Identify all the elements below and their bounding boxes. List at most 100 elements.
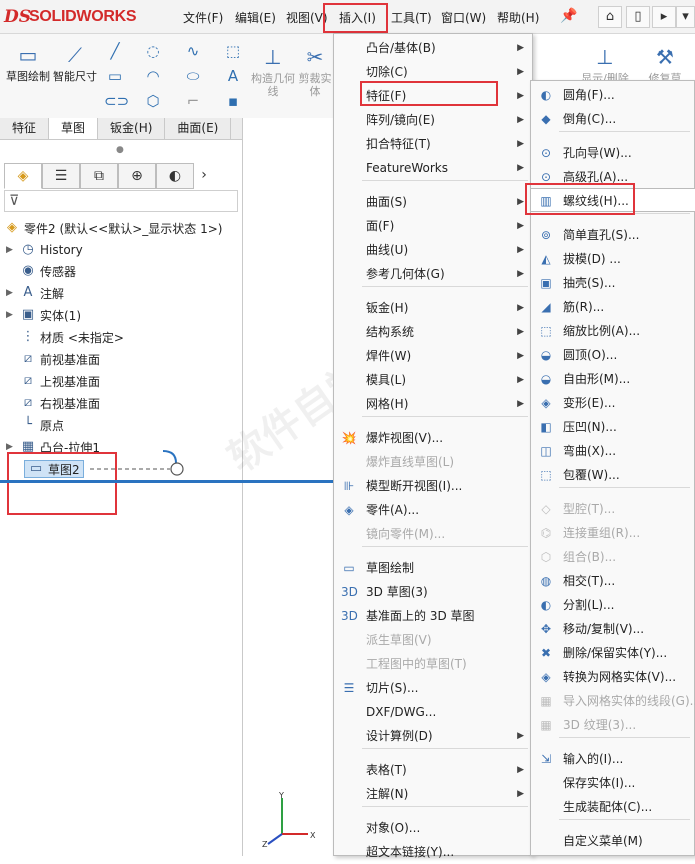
home-icon[interactable]: ⌂	[598, 6, 622, 28]
tree-item-solid-bodies[interactable]: ▶ ▣ 实体(1)	[6, 305, 81, 325]
solidworks-logo[interactable]: DS SOLIDWORKS	[4, 4, 154, 30]
filter-icon[interactable]: ⊽	[4, 190, 238, 212]
feature-menu-item[interactable]: ◐ 圆角(F)...	[531, 83, 694, 107]
expand-icon[interactable]: ▶	[6, 288, 16, 298]
pin-icon[interactable]: 📌	[560, 8, 577, 24]
repair-sketch-button[interactable]: ⚒ 修复草	[640, 44, 690, 85]
insert-menu-item[interactable]: 表格(T) ▶	[334, 758, 532, 782]
insert-menu-item[interactable]: 钣金(H) ▶	[334, 296, 532, 320]
trim-button[interactable]: ✂ 剪裁实体	[295, 44, 335, 98]
tree-item-front-plane[interactable]: ⧄ 前视基准面	[6, 349, 100, 369]
feature-menu-item[interactable]: ⬡ 组合(B)...	[531, 545, 694, 569]
feature-menu-item[interactable]: ⇲ 输入的(I)...	[531, 747, 694, 771]
tab-features[interactable]: 特征	[0, 118, 50, 139]
feature-menu-item[interactable]: ✖ 删除/保留实体(Y)...	[531, 641, 694, 665]
text-icon[interactable]: A	[222, 65, 244, 87]
chevron-right-icon[interactable]: ›	[194, 163, 214, 189]
insert-menu-item[interactable]: 对象(O)...	[334, 816, 532, 840]
insert-menu-item[interactable]: 3D 基准面上的 3D 草图	[334, 604, 532, 628]
insert-menu-item[interactable]: ▭ 草图绘制	[334, 556, 532, 580]
feature-menu-item[interactable]: ◧ 压凹(N)...	[531, 415, 694, 439]
feature-menu-item[interactable]: ▦ 3D 纹理(3)...	[531, 713, 694, 737]
helix-menu-item[interactable]: ▥ 螺纹线(H)...	[531, 189, 694, 213]
insert-menu-item[interactable]: 参考几何体(G) ▶	[334, 262, 532, 286]
ellipse-icon[interactable]: ⬭	[182, 65, 204, 87]
insert-menu-item[interactable]: 网格(H) ▶	[334, 392, 532, 416]
feature-manager-icon[interactable]: ◈	[4, 163, 42, 189]
feature-menu-item[interactable]: ◆ 倒角(C)...	[531, 107, 694, 131]
feature-menu-item[interactable]: 保存实体(I)...	[531, 771, 694, 795]
feature-menu-item[interactable]: ◈ 转换为网格实体(V)...	[531, 665, 694, 689]
menu-tools[interactable]: 工具(T)	[391, 9, 432, 26]
insert-menu-item[interactable]: FeatureWorks ▶	[334, 156, 532, 180]
insert-menu-item[interactable]: 3D 3D 草图(3)	[334, 580, 532, 604]
slot-icon[interactable]: ⊂⊃	[104, 90, 129, 112]
fillet-sketch-icon[interactable]: ⌐	[182, 90, 204, 112]
feature-menu-item[interactable]: ⌬ 连接重组(R)...	[531, 521, 694, 545]
insert-menu-item[interactable]: 曲线(U) ▶	[334, 238, 532, 262]
tree-item-material[interactable]: ⋮ 材质 <未指定>	[6, 327, 124, 347]
insert-menu-item[interactable]: 💥 爆炸视图(V)...	[334, 426, 532, 450]
insert-menu-item[interactable]: 结构系统 ▶	[334, 320, 532, 344]
new-file-icon[interactable]: ▯	[626, 6, 650, 28]
menu-file[interactable]: 文件(F)	[183, 9, 223, 26]
polygon-icon[interactable]: ⬡	[142, 90, 164, 112]
feature-menu-item[interactable]: ◫ 弯曲(X)...	[531, 439, 694, 463]
menu-view[interactable]: 视图(V)	[286, 9, 328, 26]
feature-menu-item[interactable]: ⊙ 高级孔(A)...	[531, 165, 694, 189]
insert-menu-item[interactable]: 曲面(S) ▶	[334, 190, 532, 214]
insert-menu-item[interactable]: 焊件(W) ▶	[334, 344, 532, 368]
rectangle-icon[interactable]: ▭	[104, 65, 126, 87]
insert-menu-item[interactable]: 扣合特征(T) ▶	[334, 132, 532, 156]
feature-menu-item[interactable]: ◭ 拔模(D) ...	[531, 247, 694, 271]
insert-menu-item[interactable]: 镜向零件(M)...	[334, 522, 532, 546]
tab-sheet-metal[interactable]: 钣金(H)	[98, 118, 166, 139]
feature-menu-item[interactable]: ⊙ 孔向导(W)...	[531, 141, 694, 165]
feature-menu-item[interactable]: ◈ 变形(E)...	[531, 391, 694, 415]
point-icon[interactable]: ▪	[222, 90, 244, 112]
arc-icon[interactable]: ◠	[142, 65, 164, 87]
insert-menu-item[interactable]: 面(F) ▶	[334, 214, 532, 238]
feature-menu-item[interactable]: ▦ 导入网格实体的线段(G)...	[531, 689, 695, 713]
expand-icon[interactable]: ▶	[6, 245, 16, 255]
tree-item-right-plane[interactable]: ⧄ 右视基准面	[6, 393, 100, 413]
display-manager-icon[interactable]: ◐	[156, 163, 194, 189]
spline-icon[interactable]: ∿	[182, 40, 204, 62]
circle-icon[interactable]: ◌	[142, 40, 164, 62]
insert-menu-item[interactable]: 超文本链接(Y)...	[334, 840, 532, 864]
insert-menu-item[interactable]: ☰ 切片(S)...	[334, 676, 532, 700]
tree-item-sensors[interactable]: ◉ 传感器	[6, 261, 76, 281]
feature-menu-item[interactable]: ⬚ 包覆(W)...	[531, 463, 694, 487]
insert-menu-item[interactable]: 模具(L) ▶	[334, 368, 532, 392]
smart-dimension-button[interactable]: ⟋ 智能尺寸	[53, 42, 97, 83]
menu-window[interactable]: 窗口(W)	[441, 9, 486, 26]
feature-menu-item[interactable]: 生成装配体(C)...	[531, 795, 694, 819]
menu-edit[interactable]: 编辑(E)	[235, 9, 276, 26]
open-file-icon[interactable]: ▸	[652, 6, 676, 28]
insert-menu-item[interactable]: 工程图中的草图(T)	[334, 652, 532, 676]
tree-item-top-plane[interactable]: ⧄ 上视基准面	[6, 371, 100, 391]
show-delete-button[interactable]: ⊥ 显示/删除	[577, 44, 633, 85]
insert-menu-item[interactable]: ◈ 零件(A)...	[334, 498, 532, 522]
feature-menu-item[interactable]: ◍ 相交(T)...	[531, 569, 694, 593]
insert-menu-item[interactable]: ⊪ 模型断开视图(I)...	[334, 474, 532, 498]
tree-item-annotations[interactable]: ▶ A 注解	[6, 283, 64, 303]
insert-menu-item[interactable]: 设计算例(D) ▶	[334, 724, 532, 748]
feature-menu-item[interactable]: ◒ 自由形(M)...	[531, 367, 694, 391]
offset-icon[interactable]: ⬚	[222, 40, 244, 62]
feature-menu-item[interactable]: ▣ 抽壳(S)...	[531, 271, 694, 295]
tree-item-origin[interactable]: └ 原点	[6, 415, 64, 435]
feature-menu-item[interactable]: ◒ 圆顶(O)...	[531, 343, 694, 367]
insert-menu-item[interactable]: 阵列/镜向(E) ▶	[334, 108, 532, 132]
tab-sketch[interactable]: 草图	[49, 118, 99, 139]
feature-menu-item[interactable]: ✥ 移动/复制(V)...	[531, 617, 694, 641]
tab-surfaces[interactable]: 曲面(E)	[165, 118, 232, 139]
feature-menu-item[interactable]: ◇ 型腔(T)...	[531, 497, 694, 521]
tree-root[interactable]: ◈ 零件2 (默认<<默认>_显示状态 1>)	[4, 218, 222, 238]
line-icon[interactable]: ╱	[104, 40, 126, 62]
dimxpert-icon[interactable]: ⊕	[118, 163, 156, 189]
expand-icon[interactable]: ▶	[6, 442, 16, 452]
insert-menu-item[interactable]: 爆炸直线草图(L)	[334, 450, 532, 474]
construction-geometry-button[interactable]: ⊥ 构造几何线	[251, 44, 295, 98]
insert-menu-item[interactable]: 注解(N) ▶	[334, 782, 532, 806]
